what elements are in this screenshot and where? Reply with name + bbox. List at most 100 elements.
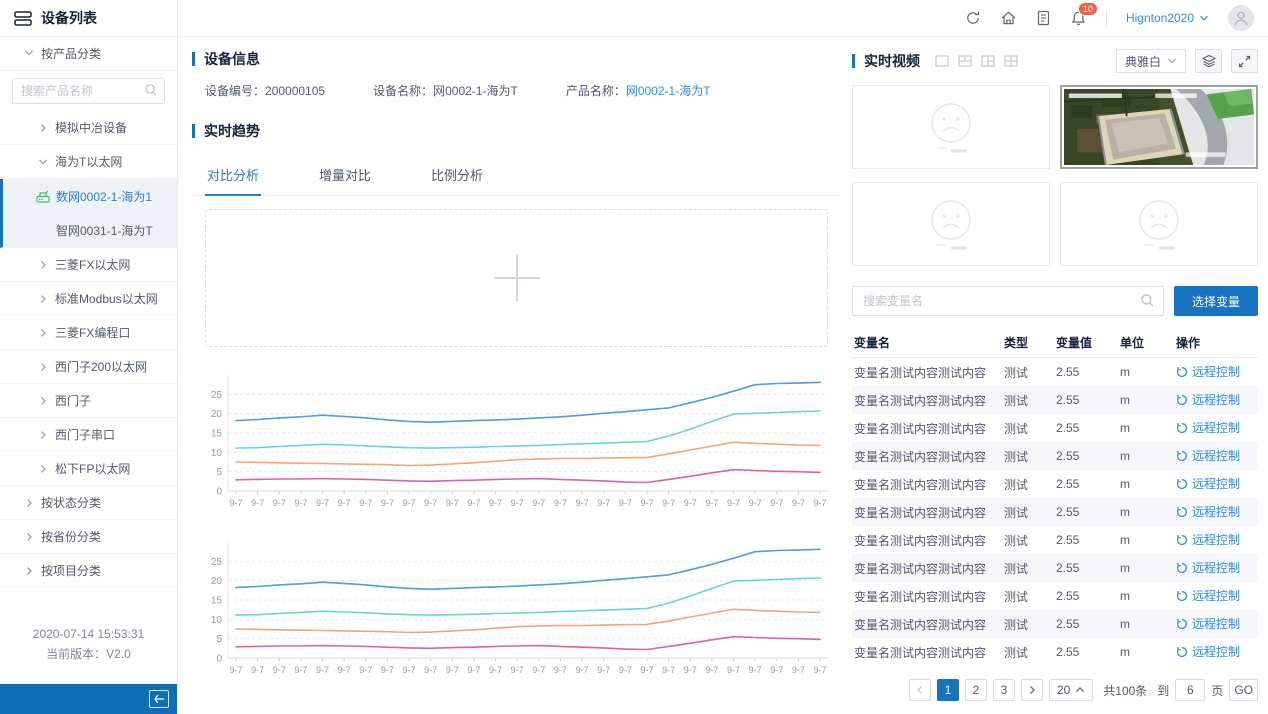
cell-value: 2.55: [1056, 589, 1120, 603]
video-cell-2-live-feed[interactable]: [1060, 85, 1258, 169]
title-accent-bar: [852, 54, 855, 68]
svg-text:25: 25: [211, 390, 223, 401]
sidebar-item-product[interactable]: 模拟中冶设备: [0, 111, 177, 145]
page-button-2[interactable]: 2: [965, 679, 987, 701]
remote-control-link[interactable]: 远程控制: [1176, 363, 1240, 380]
page-button-3[interactable]: 3: [993, 679, 1015, 701]
fullscreen-expand-icon[interactable]: [1231, 49, 1258, 73]
layers-icon[interactable]: [1195, 49, 1222, 73]
svg-text:0: 0: [216, 654, 222, 665]
theme-select[interactable]: 典雅白: [1116, 49, 1186, 73]
sidebar-section-category[interactable]: 按项目分类: [0, 554, 177, 588]
video-title: 实时视频: [864, 51, 920, 71]
sidebar-item-product[interactable]: 海为T以太网: [0, 145, 177, 179]
sidebar-item-product[interactable]: 西门子200以太网: [0, 350, 177, 384]
sidebar-item-device[interactable]: 智网0031-1-海为T: [3, 213, 177, 247]
remote-control-link[interactable]: 远程控制: [1176, 419, 1240, 436]
layout-3-icon[interactable]: [981, 55, 995, 67]
collapse-sidebar-icon[interactable]: [149, 690, 169, 708]
home-icon[interactable]: [1000, 10, 1017, 26]
remote-control-link[interactable]: 远程控制: [1176, 391, 1240, 408]
sidebar-item-device[interactable]: 数网0002-1-海为1: [3, 179, 177, 213]
cell-value: 2.55: [1056, 449, 1120, 463]
prev-page-button[interactable]: [909, 679, 931, 701]
remote-control-link[interactable]: 远程控制: [1176, 475, 1240, 492]
goto-page-input[interactable]: [1175, 679, 1205, 701]
remote-control-link[interactable]: 远程控制: [1176, 615, 1240, 632]
sidebar-item-product[interactable]: 三菱FX编程口: [0, 316, 177, 350]
video-grid: [852, 85, 1258, 266]
remote-control-link[interactable]: 远程控制: [1176, 559, 1240, 576]
device-info-field: 设备名称：网0002-1-海为T: [373, 82, 518, 99]
cell-variable-name: 变量名测试内容测试内容: [852, 476, 1004, 493]
layout-4-icon[interactable]: [1004, 55, 1018, 67]
document-icon[interactable]: [1036, 10, 1051, 26]
svg-text:9-7: 9-7: [316, 665, 329, 675]
product-name-link[interactable]: 网0002-1-海为T: [626, 84, 711, 98]
cell-variable-name: 变量名测试内容测试内容: [852, 588, 1004, 605]
cell-variable-name: 变量名测试内容测试内容: [852, 560, 1004, 577]
device-icon: [36, 190, 50, 203]
svg-text:9-7: 9-7: [511, 665, 524, 675]
cell-type: 测试: [1004, 616, 1056, 633]
device-info-section-title: 设备信息: [192, 49, 840, 69]
cell-value: 2.55: [1056, 645, 1120, 659]
cell-unit: m: [1120, 533, 1176, 547]
add-chart-dropzone[interactable]: [205, 209, 828, 347]
sidebar-section-category[interactable]: 按状态分类: [0, 486, 177, 520]
page-button-1[interactable]: 1: [937, 679, 959, 701]
tab-ratio[interactable]: 比例分析: [429, 156, 485, 195]
pagination: 12320共100条到页GO: [852, 679, 1258, 701]
svg-text:9-7: 9-7: [467, 665, 480, 675]
avatar[interactable]: [1228, 5, 1254, 31]
sidebar-section-by-product[interactable]: 按产品分类: [0, 37, 177, 71]
remote-control-link[interactable]: 远程控制: [1176, 643, 1240, 660]
col-header-action: 操作: [1176, 334, 1258, 351]
sidebar-item-product[interactable]: 西门子串口: [0, 418, 177, 452]
remote-control-link[interactable]: 远程控制: [1176, 503, 1240, 520]
go-button[interactable]: GO: [1229, 679, 1258, 701]
svg-text:15: 15: [211, 596, 223, 607]
sidebar-item-product[interactable]: 松下FP以太网: [0, 452, 177, 486]
chevron-right-icon: [38, 123, 48, 133]
plus-icon: [494, 255, 540, 301]
chevron-right-icon: [24, 566, 34, 576]
select-variable-button[interactable]: 选择变量: [1174, 286, 1258, 316]
tab-compare[interactable]: 对比分析: [205, 156, 261, 196]
layout-1-icon[interactable]: [935, 55, 949, 67]
build-timestamp: 2020-07-14 15:53:31: [0, 624, 177, 644]
svg-text:9-7: 9-7: [576, 665, 589, 675]
page-size-select[interactable]: 20: [1049, 679, 1093, 701]
sidebar-tree: 按产品分类 模拟中冶设备海为T以太网数网0002-1-海为1智网0031-1-海…: [0, 37, 177, 624]
sidebar-item-product[interactable]: 西门子: [0, 384, 177, 418]
product-search-input[interactable]: [12, 78, 165, 104]
search-icon: [144, 83, 158, 100]
tab-increment[interactable]: 增量对比: [317, 156, 373, 195]
remote-control-link[interactable]: 远程控制: [1176, 587, 1240, 604]
user-menu[interactable]: Hignton2020: [1126, 11, 1209, 25]
remote-control-link[interactable]: 远程控制: [1176, 531, 1240, 548]
remote-control-icon: [1176, 366, 1188, 378]
refresh-icon[interactable]: [965, 10, 981, 26]
remote-control-link[interactable]: 远程控制: [1176, 447, 1240, 464]
category-list: 按状态分类按省份分类按项目分类: [0, 486, 177, 588]
svg-text:9-7: 9-7: [381, 665, 394, 675]
notifications-bell-icon[interactable]: 10: [1070, 10, 1087, 27]
cell-value: 2.55: [1056, 477, 1120, 491]
next-page-button[interactable]: [1021, 679, 1043, 701]
video-cell-4[interactable]: [1060, 182, 1258, 266]
chevron-right-icon: [38, 260, 48, 270]
sidebar-section-category[interactable]: 按省份分类: [0, 520, 177, 554]
variable-search-input[interactable]: [852, 286, 1164, 316]
video-cell-1[interactable]: [852, 85, 1050, 169]
svg-text:9-7: 9-7: [576, 498, 589, 508]
layout-2-icon[interactable]: [958, 55, 972, 67]
svg-text:9-7: 9-7: [705, 498, 718, 508]
sidebar-item-product[interactable]: 三菱FX以太网: [0, 248, 177, 282]
sidebar-item-product[interactable]: 标准Modbus以太网: [0, 282, 177, 316]
video-cell-3[interactable]: [852, 182, 1050, 266]
svg-text:9-7: 9-7: [251, 498, 264, 508]
no-video-placeholder-icon: [913, 98, 989, 156]
svg-text:5: 5: [216, 634, 222, 645]
svg-text:20: 20: [211, 576, 223, 587]
